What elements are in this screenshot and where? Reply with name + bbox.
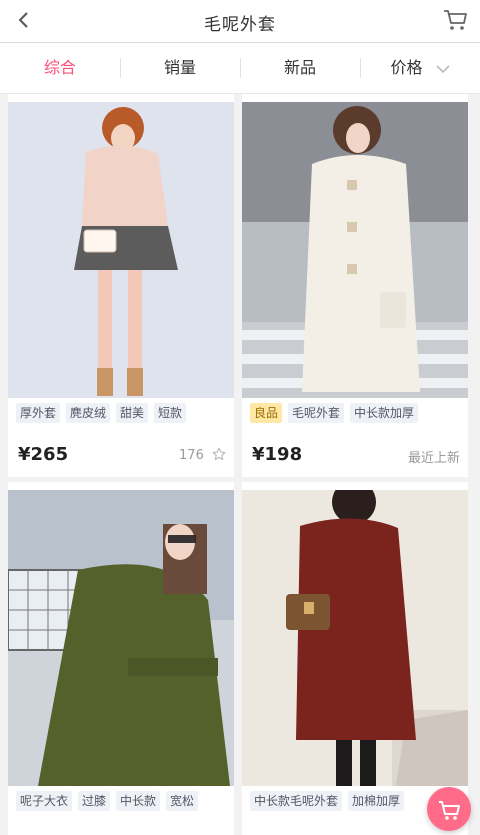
star-icon xyxy=(212,447,226,461)
floating-cart-button[interactable] xyxy=(427,787,471,831)
product-image[interactable] xyxy=(8,102,234,398)
tag[interactable]: 毛呢外套 xyxy=(288,403,345,423)
tag[interactable]: 甜美 xyxy=(116,403,149,423)
sort-bar: 综合 销量 新品 价格 xyxy=(0,43,480,94)
tag[interactable]: 呢子大衣 xyxy=(16,791,73,811)
favorite-count[interactable]: 176 xyxy=(179,447,226,463)
tag[interactable]: 加棉加厚 xyxy=(348,791,405,811)
sort-tab-new[interactable]: 新品 xyxy=(240,43,360,93)
product-image[interactable] xyxy=(8,490,234,786)
cart-icon[interactable] xyxy=(442,8,468,32)
sort-tab-price[interactable]: 价格 xyxy=(360,43,480,93)
tag-list: 呢子大衣 过膝 中长款 宽松 xyxy=(16,790,204,812)
tag[interactable]: 中长款 xyxy=(116,791,161,811)
sort-tab-comprehensive[interactable]: 综合 xyxy=(0,43,120,93)
tag[interactable]: 短款 xyxy=(154,403,187,423)
tag[interactable]: 宽松 xyxy=(166,791,199,811)
product-card[interactable]: 厚外套 麂皮绒 甜美 短款 ¥265 176 xyxy=(8,94,234,477)
top-bar: 毛呢外套 xyxy=(0,0,480,43)
tag-highlight[interactable]: 良品 xyxy=(250,403,283,423)
product-card[interactable]: 良品 毛呢外套 中长款加厚 ¥198 最近上新 xyxy=(242,94,468,477)
sort-tab-sales[interactable]: 销量 xyxy=(120,43,240,93)
product-card[interactable]: 中长款毛呢外套 加棉加厚 xyxy=(242,482,468,835)
sort-tab-label: 综合 xyxy=(43,58,76,77)
tag[interactable]: 中长款加厚 xyxy=(350,403,419,423)
favorite-count-value: 176 xyxy=(179,448,204,463)
new-arrival-badge: 最近上新 xyxy=(407,451,460,466)
page-title: 毛呢外套 xyxy=(204,15,276,35)
tag[interactable]: 中长款毛呢外套 xyxy=(250,791,343,811)
product-image[interactable] xyxy=(242,102,468,398)
product-card[interactable]: 呢子大衣 过膝 中长款 宽松 xyxy=(8,482,234,835)
tag[interactable]: 麂皮绒 xyxy=(66,403,111,423)
product-image[interactable] xyxy=(242,490,468,786)
tag-list: 中长款毛呢外套 加棉加厚 xyxy=(250,790,410,812)
tag[interactable]: 厚外套 xyxy=(16,403,61,423)
chevron-down-icon xyxy=(435,64,450,73)
price: ¥198 xyxy=(252,444,303,465)
price: ¥265 xyxy=(18,444,69,465)
tag[interactable]: 过膝 xyxy=(78,791,111,811)
tag-list: 良品 毛呢外套 中长款加厚 xyxy=(250,402,424,424)
cart-icon xyxy=(439,801,460,820)
sort-tab-label: 新品 xyxy=(283,58,316,77)
sort-tab-label: 销量 xyxy=(163,58,196,77)
sort-tab-label: 价格 xyxy=(390,58,423,77)
tag-list: 厚外套 麂皮绒 甜美 短款 xyxy=(16,402,192,424)
